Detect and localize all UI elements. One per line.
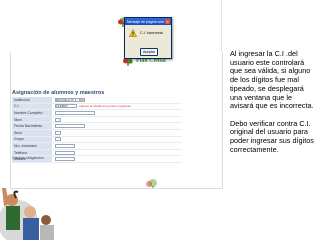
ok-button[interactable]: Aceptar — [140, 48, 158, 56]
sexo-checkbox[interactable] — [55, 130, 61, 135]
usuario-input[interactable] — [55, 157, 75, 162]
fecha-input[interactable] — [55, 124, 85, 129]
field-label: Teléfono — [12, 149, 52, 156]
institucion-select[interactable]: ESCUELA Nº 1 - MVD — [55, 97, 85, 102]
field-label: C.I. — [12, 103, 52, 110]
field-label: Nombre Completo — [12, 110, 52, 116]
caption-paragraph-2: Debo verificar contra C.I. original del … — [230, 118, 314, 154]
form-footer: Campos obligatorios — [12, 156, 44, 160]
form-row-fecha: Fecha Nacimiento — [12, 123, 182, 130]
telefono-input[interactable] — [55, 150, 75, 155]
grupo-checkbox[interactable] — [55, 137, 61, 142]
children-illustration — [0, 188, 54, 240]
close-icon[interactable]: × — [165, 19, 170, 24]
form-row-inventario: Nro. Inventario — [12, 143, 182, 150]
field-label: Nro. Inventario — [12, 143, 52, 149]
form-row-nivel: Nivel — [12, 116, 182, 124]
form-row-institucion: Institución ESCUELA Nº 1 - MVD — [12, 97, 182, 104]
form-row-nombre: Nombre Completo — [12, 110, 182, 117]
field-label: Fecha Nacimiento — [12, 123, 52, 129]
alert-dialog: Mensaje de página web × C.I. Incorrecta … — [124, 17, 172, 59]
dialog-title: Mensaje de página web — [127, 19, 164, 24]
nombre-input[interactable] — [55, 110, 95, 115]
field-label: Sexo — [12, 129, 52, 136]
screenshot-header: Plan Ceibal — [10, 0, 222, 58]
dialog-title-bar: Mensaje de página web × — [125, 18, 171, 25]
explanation-text: Al ingresar la C.I .del usuario este con… — [230, 49, 316, 163]
field-label: Grupo — [12, 136, 52, 143]
field-label: Institución — [12, 97, 52, 103]
warning-icon — [129, 29, 137, 37]
form-row-sexo: Sexo — [12, 129, 182, 137]
dialog-body: C.I. Incorrecta — [125, 25, 171, 37]
screenshot-form: Plan Ceibal Asignación de alumnos y maes… — [10, 52, 223, 189]
ci-hint: Ingrese la cédula sin puntos ni guiones — [79, 104, 131, 109]
dialog-message: C.I. Incorrecta — [140, 31, 163, 35]
ci-input[interactable]: 1234567 — [55, 104, 77, 109]
inventario-input[interactable] — [55, 143, 75, 148]
nivel-checkbox[interactable] — [55, 117, 61, 122]
form-row-ci: C.I. 1234567 Ingrese la cédula sin punto… — [12, 103, 182, 111]
form-fields: Institución ESCUELA Nº 1 - MVD C.I. 1234… — [12, 97, 182, 163]
caption-paragraph-1: Al ingresar la C.I .del usuario este con… — [230, 49, 314, 111]
decorative-tree-icon — [146, 179, 157, 188]
form-title: Asignación de alumnos y maestros — [12, 90, 105, 96]
field-label: Nivel — [12, 116, 52, 123]
form-row-grupo: Grupo — [12, 136, 182, 144]
